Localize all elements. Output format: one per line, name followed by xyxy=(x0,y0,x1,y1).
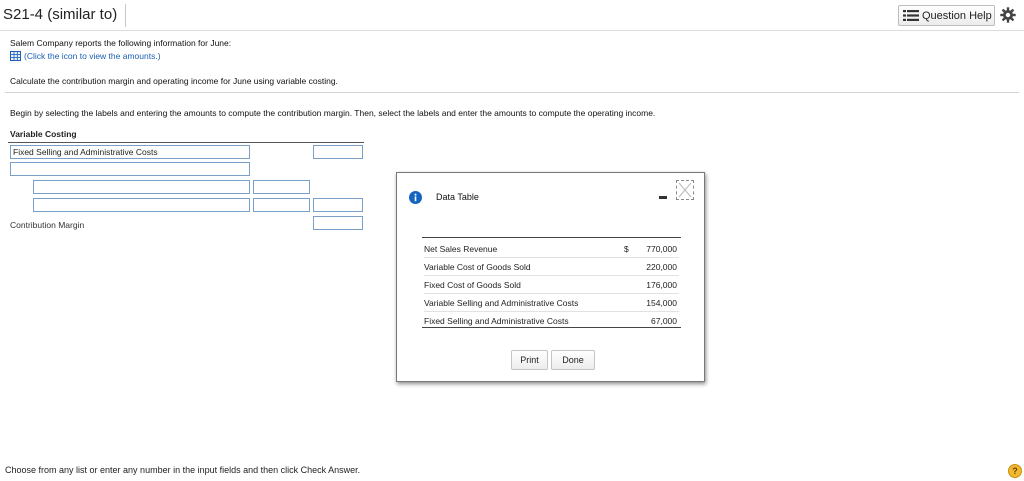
contribution-margin-label: Contribution Margin xyxy=(10,220,85,230)
close-icon xyxy=(678,182,692,198)
list-icon xyxy=(903,10,919,21)
done-button[interactable]: Done xyxy=(551,350,595,370)
row1-amount-input[interactable] xyxy=(313,145,363,159)
row-value: 770,000 xyxy=(646,244,677,254)
worksheet-heading: Variable Costing xyxy=(10,129,77,139)
question-help-label: Question Help xyxy=(922,9,992,22)
contribution-margin-amount-input[interactable] xyxy=(313,216,363,230)
print-button[interactable]: Print xyxy=(511,350,548,370)
worksheet-heading-rule xyxy=(8,142,364,143)
row4-amount-input-a[interactable] xyxy=(253,198,310,212)
gear-icon[interactable] xyxy=(1000,7,1016,23)
section-divider xyxy=(5,92,1019,93)
row-value: 176,000 xyxy=(646,280,677,290)
row-label: Fixed Selling and Administrative Costs xyxy=(424,316,569,326)
table-row: Fixed Cost of Goods Sold 176,000 xyxy=(424,276,679,294)
table-top-rule xyxy=(422,237,681,238)
row-value: 220,000 xyxy=(646,262,677,272)
row4-label-select[interactable] xyxy=(33,198,250,212)
view-amounts-link[interactable]: (Click the icon to view the amounts.) xyxy=(10,51,161,61)
row2-label-select[interactable] xyxy=(10,162,250,176)
data-table-dialog: Data Table Net Sales Revenue $ 770,000 V… xyxy=(396,172,705,382)
row-value: 154,000 xyxy=(646,298,677,308)
question-task: Calculate the contribution margin and op… xyxy=(10,76,338,86)
row3-amount-input[interactable] xyxy=(253,180,310,194)
help-icon[interactable]: ? xyxy=(1008,464,1022,478)
close-button[interactable] xyxy=(676,180,694,200)
dialog-title: Data Table xyxy=(436,192,479,202)
info-icon xyxy=(409,191,422,204)
row1-label-select[interactable] xyxy=(10,145,250,159)
view-amounts-link-text[interactable]: (Click the icon to view the amounts.) xyxy=(24,51,161,61)
question-instruction: Begin by selecting the labels and enteri… xyxy=(10,108,656,118)
row-value: 67,000 xyxy=(651,316,677,326)
row3-label-select[interactable] xyxy=(33,180,250,194)
table-row: Net Sales Revenue $ 770,000 xyxy=(424,240,679,258)
question-intro: Salem Company reports the following info… xyxy=(10,38,232,48)
row-dollar: $ xyxy=(624,244,629,254)
top-bar: S21-4 (similar to) Question Help xyxy=(0,0,1024,31)
footer-instruction: Choose from any list or enter any number… xyxy=(5,465,361,475)
title-divider xyxy=(125,4,126,27)
table-icon xyxy=(10,51,21,61)
row4-amount-input-b[interactable] xyxy=(313,198,363,212)
table-row: Variable Selling and Administrative Cost… xyxy=(424,294,679,312)
page-title: S21-4 (similar to) xyxy=(3,6,118,23)
row-label: Variable Selling and Administrative Cost… xyxy=(424,298,579,308)
question-help-button[interactable]: Question Help xyxy=(898,5,995,26)
row-label: Variable Cost of Goods Sold xyxy=(424,262,531,272)
row-label: Net Sales Revenue xyxy=(424,244,498,254)
table-row: Variable Cost of Goods Sold 220,000 xyxy=(424,258,679,276)
minimize-icon[interactable] xyxy=(659,196,667,199)
row-label: Fixed Cost of Goods Sold xyxy=(424,280,521,290)
table-bottom-rule xyxy=(422,327,681,328)
